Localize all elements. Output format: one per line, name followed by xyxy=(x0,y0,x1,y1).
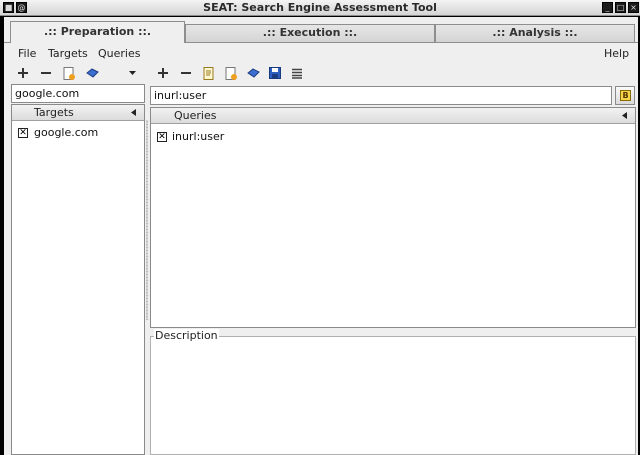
targets-header-label: Targets xyxy=(34,106,74,119)
new-document-icon[interactable] xyxy=(224,66,238,80)
targets-header[interactable]: Targets xyxy=(12,105,144,121)
sort-arrow-icon[interactable] xyxy=(131,109,136,116)
edit-icon[interactable] xyxy=(202,66,216,80)
minimize-icon[interactable]: _ xyxy=(602,2,613,13)
menu-help[interactable]: Help xyxy=(604,47,629,60)
remove-query-icon[interactable] xyxy=(179,66,193,80)
save-icon[interactable] xyxy=(268,66,282,80)
load-icon[interactable] xyxy=(85,66,99,80)
description-box[interactable] xyxy=(150,336,636,455)
engine-button[interactable]: B xyxy=(615,86,635,105)
menu-queries[interactable]: Queries xyxy=(98,47,140,60)
engine-b-icon: B xyxy=(620,90,631,101)
new-document-icon[interactable] xyxy=(62,66,76,80)
target-item-label[interactable]: google.com xyxy=(34,126,98,139)
menu-targets[interactable]: Targets xyxy=(48,47,88,60)
queries-header-label: Queries xyxy=(174,109,217,122)
load-icon[interactable] xyxy=(246,66,260,80)
add-target-icon[interactable] xyxy=(16,66,30,80)
maximize-icon[interactable]: □ xyxy=(615,2,626,13)
tab-analysis[interactable]: .:: Analysis ::. xyxy=(435,24,635,42)
targets-panel: Targets ✕ google.com xyxy=(11,104,145,455)
close-icon[interactable]: × xyxy=(628,2,639,13)
target-input[interactable]: google.com xyxy=(11,84,145,103)
list-icon[interactable] xyxy=(290,66,304,80)
query-input[interactable]: inurl:user xyxy=(150,86,612,105)
vertical-splitter[interactable] xyxy=(146,120,148,320)
title-bar[interactable]: ■ @ SEAT: Search Engine Assessment Tool … xyxy=(0,0,640,16)
sort-arrow-icon[interactable] xyxy=(622,112,627,119)
remove-target-icon[interactable] xyxy=(39,66,53,80)
tab-preparation[interactable]: .:: Preparation ::. xyxy=(10,21,185,43)
tab-execution[interactable]: .:: Execution ::. xyxy=(185,24,435,42)
add-query-icon[interactable] xyxy=(156,66,170,80)
window-title: SEAT: Search Engine Assessment Tool xyxy=(203,1,437,14)
query-item-label[interactable]: inurl:user xyxy=(172,130,224,143)
queries-header[interactable]: Queries xyxy=(151,108,635,124)
target-checkbox[interactable]: ✕ xyxy=(18,128,28,138)
menu-file[interactable]: File xyxy=(18,47,36,60)
chevron-down-icon[interactable] xyxy=(126,66,140,80)
query-checkbox[interactable]: ✕ xyxy=(157,132,167,142)
description-title: Description xyxy=(154,329,219,342)
queries-panel: Queries ✕ inurl:user xyxy=(150,107,636,328)
